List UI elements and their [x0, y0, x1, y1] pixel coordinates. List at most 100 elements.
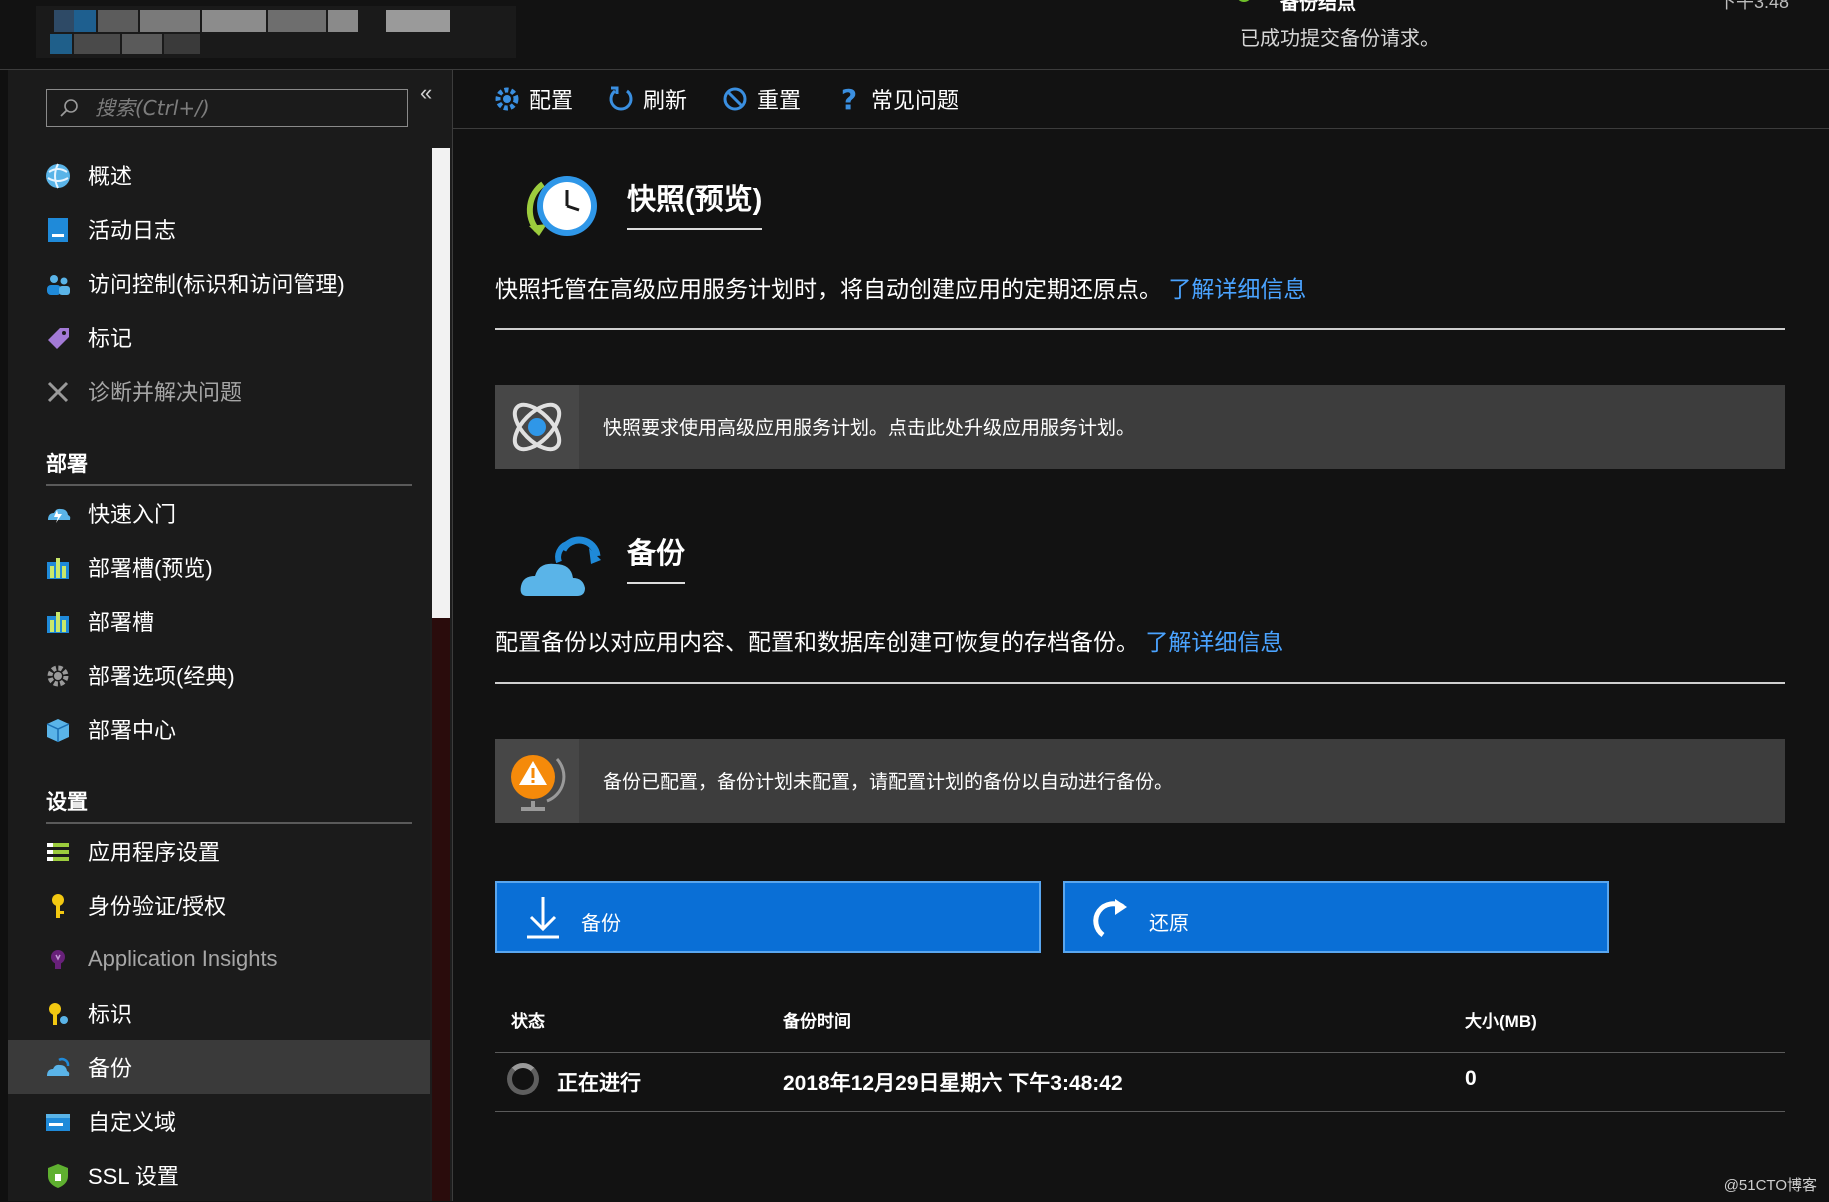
- sidebar-item-tags[interactable]: 标记: [8, 310, 430, 364]
- shield-icon: [48, 1164, 68, 1188]
- banner-icon-box: [495, 385, 579, 469]
- sidebar-item-backups[interactable]: 备份: [8, 1040, 430, 1094]
- notification-message: 已成功提交备份请求。: [1240, 28, 1440, 50]
- column-header-size[interactable]: 大小(MB): [1465, 1007, 1537, 1032]
- banner-icon-box: [495, 739, 579, 823]
- backup-cloud-icon: [47, 1057, 70, 1076]
- watermark: @51CTO博客: [1723, 1177, 1817, 1194]
- sidebar-item-application-insights[interactable]: Application Insights: [8, 932, 430, 986]
- notification-heading: 备份结点: [1280, 0, 1357, 14]
- sidebar-scrollbar-lower: [432, 618, 450, 1201]
- snapshot-description-text: 快照托管在高级应用服务计划时，将自动创建应用的定期还原点。: [495, 276, 1162, 302]
- command-bar: 配置 刷新 重置 ? 常见问题: [453, 70, 1829, 129]
- sidebar-item-authentication[interactable]: 身份验证/授权: [8, 878, 430, 932]
- wrench-icon: [47, 381, 69, 403]
- collapse-sidebar-button[interactable]: «: [420, 80, 432, 106]
- globe-icon: [46, 163, 70, 189]
- sidebar-item-deployment-options[interactable]: 部署选项(经典): [8, 648, 430, 702]
- row-backup-time: 2018年12月29日星期六 下午3:48:42: [783, 1072, 1123, 1095]
- sidebar-item-app-settings[interactable]: 应用程序设置: [8, 824, 430, 878]
- download-icon: [527, 897, 559, 939]
- row-size: 0: [1465, 1067, 1477, 1090]
- sidebar-item-label: 诊断并解决问题: [88, 380, 243, 405]
- sidebar-item-label: 应用程序设置: [88, 840, 221, 865]
- reset-button[interactable]: 重置: [721, 82, 801, 116]
- prohibit-icon: [723, 87, 747, 111]
- search-box[interactable]: [46, 89, 408, 127]
- blurred-resource-title: [36, 6, 516, 58]
- snapshot-divider: [495, 328, 1785, 330]
- backup-cloud-icon: [520, 536, 601, 596]
- sidebar-item-quickstart[interactable]: 快速入门: [8, 486, 430, 540]
- svg-text:?: ?: [841, 85, 857, 113]
- refresh-button[interactable]: 刷新: [607, 82, 687, 116]
- backup-banner-text: 备份已配置，备份计划未配置，请配置计划的备份以自动进行备份。: [603, 772, 1174, 793]
- section-settings: 设置: [8, 756, 430, 824]
- gear-icon: [47, 665, 69, 687]
- backup-divider: [495, 682, 1785, 684]
- configure-button[interactable]: 配置: [493, 82, 573, 116]
- key-icon: [52, 894, 64, 918]
- search-icon: [60, 99, 78, 117]
- snapshot-learn-more-link[interactable]: 了解详细信息: [1168, 276, 1306, 302]
- section-deploy-heading: 部署: [46, 453, 88, 476]
- sidebar-item-label: 部署选项(经典): [88, 664, 235, 689]
- tag-icon: [48, 328, 69, 349]
- restore-button[interactable]: 还原: [1063, 881, 1609, 953]
- refresh-label: 刷新: [643, 88, 688, 113]
- sidebar-item-deployment-center[interactable]: 部署中心: [8, 702, 430, 756]
- backup-warning-banner[interactable]: 备份已配置，备份计划未配置，请配置计划的备份以自动进行备份。: [495, 739, 1785, 823]
- sidebar-item-identity[interactable]: 标识: [8, 986, 430, 1040]
- sidebar-item-label: 标识: [88, 1002, 133, 1027]
- top-bar: 备份结点 下午3:48 已成功提交备份请求。: [0, 0, 1829, 70]
- list-icon: [47, 843, 69, 861]
- sidebar-item-activity-log[interactable]: 活动日志: [8, 202, 430, 256]
- notification-toast[interactable]: 备份结点 下午3:48 已成功提交备份请求。: [1230, 0, 1829, 68]
- backup-button[interactable]: 备份: [495, 881, 1041, 953]
- sidebar-item-label: SSL 设置: [88, 1164, 179, 1189]
- backup-learn-more-link[interactable]: 了解详细信息: [1145, 629, 1283, 655]
- table-row-divider: [495, 1111, 1785, 1112]
- search-input[interactable]: [95, 90, 395, 126]
- snapshot-upgrade-banner[interactable]: 快照要求使用高级应用服务计划。点击此处升级应用服务计划。: [495, 385, 1785, 469]
- sidebar-item-deployment-slots-preview[interactable]: 部署槽(预览): [8, 540, 430, 594]
- snapshot-description: 快照托管在高级应用服务计划时，将自动创建应用的定期还原点。 了解详细信息: [495, 270, 1306, 304]
- faq-button[interactable]: ? 常见问题: [835, 82, 959, 116]
- sidebar-item-overview[interactable]: 概述: [8, 148, 430, 202]
- sidebar-item-ssl-settings[interactable]: SSL 设置: [8, 1148, 430, 1202]
- sidebar-item-label: 部署槽: [88, 610, 155, 635]
- cube-icon: [46, 719, 70, 742]
- section-deploy: 部署: [8, 418, 430, 486]
- column-header-status[interactable]: 状态: [511, 1007, 545, 1032]
- people-icon: [47, 275, 70, 295]
- warning-icon: [511, 755, 566, 811]
- snapshot-banner-text: 快照要求使用高级应用服务计划。点击此处升级应用服务计划。: [603, 418, 1136, 439]
- sidebar-item-deployment-slots[interactable]: 部署槽: [8, 594, 430, 648]
- backup-button-label: 备份: [581, 913, 621, 935]
- notification-time: 下午3:48: [1717, 0, 1789, 12]
- lightbulb-icon: [51, 950, 65, 969]
- faq-label: 常见问题: [871, 88, 960, 113]
- snapshot-clock-icon: [526, 176, 597, 236]
- sidebar: « 概述 活动日志 访问控制(标识和访问管理): [0, 70, 452, 1201]
- identity-icon: [49, 1003, 68, 1025]
- in-progress-spinner-icon: [507, 1063, 539, 1095]
- sidebar-scrollbar-thumb[interactable]: [432, 148, 450, 618]
- sidebar-item-label: 快速入门: [88, 502, 177, 527]
- sidebar-nav: 概述 活动日志 访问控制(标识和访问管理) 标记 诊断并解决问题 部署 快速入门…: [8, 148, 430, 1202]
- sidebar-item-label: 概述: [88, 164, 133, 189]
- slots-icon: [47, 558, 69, 579]
- column-header-time[interactable]: 备份时间: [783, 1007, 851, 1032]
- sidebar-item-label: 部署中心: [88, 718, 177, 743]
- sidebar-item-label: 备份: [88, 1056, 133, 1081]
- restore-button-label: 还原: [1149, 913, 1189, 935]
- domain-icon: [46, 1114, 70, 1131]
- sidebar-item-custom-domains[interactable]: 自定义域: [8, 1094, 430, 1148]
- sidebar-item-diagnose[interactable]: 诊断并解决问题: [8, 364, 430, 418]
- refresh-icon: [609, 86, 633, 111]
- table-header-divider: [495, 1052, 1785, 1053]
- snapshot-title: 快照(预览): [627, 176, 763, 230]
- main-content: 配置 刷新 重置 ? 常见问题 快照(预览) 快照托管在高级应用服务计划时，将自…: [452, 70, 1829, 1201]
- sidebar-item-access-control[interactable]: 访问控制(标识和访问管理): [8, 256, 430, 310]
- sidebar-edge: [0, 70, 8, 1201]
